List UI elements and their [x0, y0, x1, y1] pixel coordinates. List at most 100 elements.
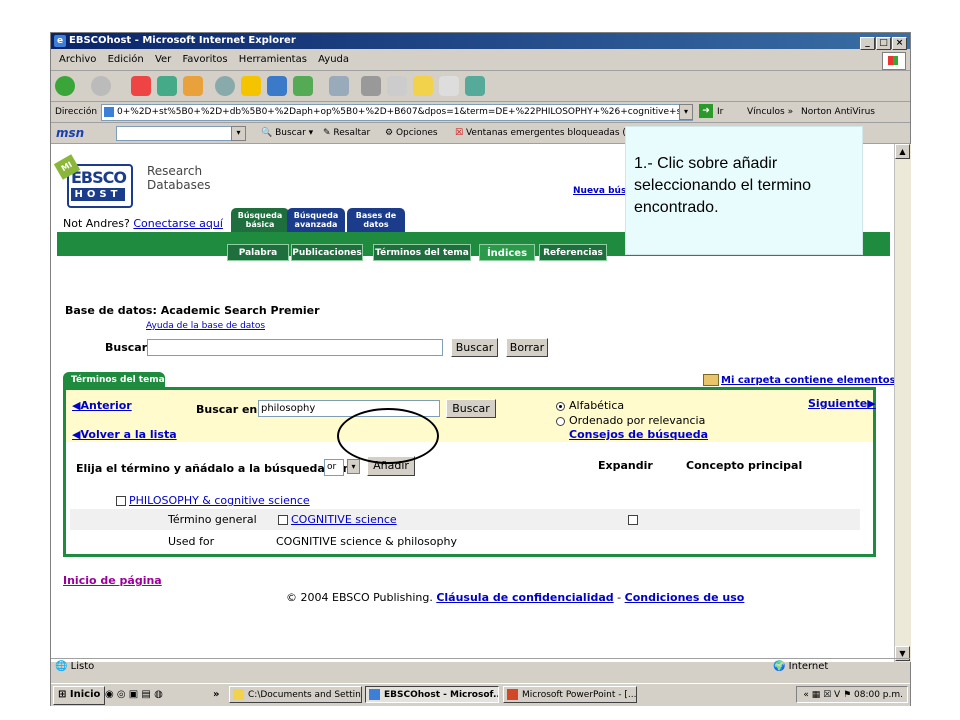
subject-terms-panel: ◀Anterior Buscar en: philosophy Buscar A…	[63, 387, 876, 557]
term-checkbox[interactable]	[116, 496, 126, 506]
termino-general-link[interactable]: COGNITIVE science	[291, 513, 397, 526]
nueva-busqueda-link[interactable]: Nueva búsq	[573, 186, 633, 196]
vertical-scrollbar[interactable]: ▲ ▼	[894, 144, 911, 662]
maximize-button[interactable]: □	[876, 37, 891, 50]
db-help-link[interactable]: Ayuda de la base de datos	[146, 321, 265, 331]
title-bar: e EBSCOhost - Microsoft Internet Explore…	[51, 33, 910, 50]
inicio-pagina-link[interactable]: Inicio de página	[63, 574, 162, 587]
favorites-icon[interactable]	[241, 76, 261, 96]
task-powerpoint[interactable]: Microsoft PowerPoint - [...	[503, 686, 637, 703]
back-icon[interactable]	[55, 76, 75, 96]
stop-icon[interactable]	[131, 76, 151, 96]
termino-general-checkbox[interactable]	[278, 515, 288, 525]
history-icon[interactable]	[293, 76, 313, 96]
used-for-label: Used for	[168, 535, 215, 548]
consejos-link[interactable]: Consejos de búsqueda	[569, 428, 708, 441]
privacidad-link[interactable]: Cláusula de confidencialidad	[436, 591, 613, 604]
edit-icon[interactable]	[387, 76, 407, 96]
forward-icon[interactable]	[91, 76, 111, 96]
page-icon	[104, 107, 114, 117]
menu-herramientas[interactable]: Herramientas	[239, 54, 307, 65]
msn-opciones-button[interactable]: ⚙ Opciones	[385, 123, 438, 143]
minimize-button[interactable]: _	[860, 37, 875, 50]
task-ebscohost[interactable]: EBSCOhost - Microsof...	[365, 686, 499, 703]
status-bar: 🌐 Listo 🌍 Internet	[51, 658, 910, 675]
subtab-publicaciones[interactable]: Publicaciones	[291, 244, 363, 261]
media-icon[interactable]	[267, 76, 287, 96]
calculator-icon[interactable]	[439, 76, 459, 96]
standard-toolbar	[51, 71, 910, 102]
buscar-button[interactable]: Buscar	[451, 338, 498, 357]
subtab-terminos-del-tema[interactable]: Términos del tema	[373, 244, 471, 261]
folder-link[interactable]: Mi carpeta contiene elementos..	[703, 374, 903, 386]
powerpoint-icon	[507, 689, 518, 700]
instruction-callout: 1.- Clic sobre añadir seleccionando el t…	[625, 126, 863, 255]
condiciones-link[interactable]: Condiciones de uso	[625, 591, 745, 604]
msn-buscar-button[interactable]: 🔍 Buscar ▾	[261, 123, 313, 143]
quick-launch-icons[interactable]: ◉ ◎ ▣ ▤ ◍	[105, 684, 163, 706]
messenger-icon[interactable]	[465, 76, 485, 96]
clock: 08:00 p.m.	[854, 690, 903, 700]
start-button[interactable]: ⊞ Inicio	[53, 686, 106, 705]
subtab-referencias[interactable]: Referencias	[539, 244, 607, 261]
norton-antivirus-button[interactable]: Norton AntiVirus	[801, 102, 875, 122]
refresh-icon[interactable]	[157, 76, 177, 96]
term-row[interactable]: PHILOSOPHY & cognitive science	[116, 494, 310, 507]
mail-icon[interactable]	[329, 76, 349, 96]
folder-icon	[233, 689, 244, 700]
search-icon[interactable]	[215, 76, 235, 96]
links-label[interactable]: Vínculos »	[747, 102, 793, 122]
used-for-value: COGNITIVE science & philosophy	[276, 535, 457, 548]
address-input[interactable]: 0+%2D+st%5B0+%2D+db%5B0+%2Daph+op%5B0+%2…	[101, 104, 693, 121]
close-button[interactable]: ×	[892, 37, 907, 50]
research-databases-text: Research Databases	[147, 164, 211, 192]
alfabetica-option[interactable]: Alfabética	[556, 399, 624, 412]
highlight-ellipse	[337, 408, 439, 464]
menu-edicion[interactable]: Edición	[108, 54, 144, 65]
msn-search-input[interactable]	[116, 126, 233, 141]
term-link[interactable]: PHILOSOPHY & cognitive science	[129, 494, 310, 507]
relevancia-option[interactable]: Ordenado por relevancia	[556, 414, 705, 427]
termino-general-item[interactable]: COGNITIVE science	[278, 513, 397, 526]
menu-ayuda[interactable]: Ayuda	[318, 54, 349, 65]
address-dropdown[interactable]: ▾	[679, 104, 693, 120]
scroll-up-button[interactable]: ▲	[895, 144, 910, 159]
print-icon[interactable]	[361, 76, 381, 96]
expandir-checkbox-wrap[interactable]	[628, 513, 641, 526]
msn-logo[interactable]: msn	[56, 123, 84, 143]
msn-search-dropdown[interactable]: ▾	[231, 126, 246, 141]
tab-busqueda-avanzada[interactable]: Búsqueda avanzada	[287, 208, 345, 232]
taskbar-chevron[interactable]: »	[213, 684, 219, 706]
anterior-link[interactable]: ◀Anterior	[72, 399, 132, 412]
address-bar: Dirección 0+%2D+st%5B0+%2D+db%5B0+%2Daph…	[51, 102, 910, 123]
menu-ver[interactable]: Ver	[155, 54, 171, 65]
tab-bases-de-datos[interactable]: Bases de datos	[347, 208, 405, 232]
main-search-input[interactable]	[147, 339, 443, 356]
subtab-palabra-clave[interactable]: Palabra clave	[227, 244, 289, 275]
menu-bar: Archivo Edición Ver Favoritos Herramient…	[51, 50, 910, 71]
volver-link[interactable]: ◀Volver a la lista	[72, 428, 177, 441]
alfabetica-radio[interactable]	[556, 401, 565, 411]
go-arrow-icon[interactable]: ➜	[699, 104, 713, 118]
termino-general-label: Término general	[168, 513, 257, 526]
folder-icon[interactable]	[413, 76, 433, 96]
panel-buscar-button[interactable]: Buscar	[446, 399, 496, 418]
task-explorer[interactable]: C:\Documents and Settin...	[229, 686, 362, 703]
subtab-indices[interactable]: Índices	[479, 244, 535, 261]
tab-busqueda-basica[interactable]: Búsqueda básica	[231, 208, 289, 232]
borrar-button[interactable]: Borrar	[506, 338, 548, 357]
menu-archivo[interactable]: Archivo	[59, 54, 96, 65]
folder-icon	[703, 374, 719, 386]
expandir-checkbox[interactable]	[628, 515, 638, 525]
msn-resaltar-button[interactable]: ✎ Resaltar	[323, 123, 370, 143]
operator-dropdown-icon[interactable]: ▾	[347, 459, 360, 474]
relevancia-radio[interactable]	[556, 416, 565, 426]
operator-select[interactable]: or	[324, 459, 344, 476]
system-tray: « ▦ ☒ V ⚑ 08:00 p.m.	[796, 686, 908, 703]
expandir-header: Expandir	[598, 459, 653, 472]
go-label[interactable]: Ir	[717, 102, 723, 122]
popup-blocker-status[interactable]: ☒ Ventanas emergentes bloqueadas (1	[455, 123, 632, 143]
menu-favoritos[interactable]: Favoritos	[182, 54, 227, 65]
home-icon[interactable]	[183, 76, 203, 96]
siguiente-link[interactable]: Siguiente▶	[808, 397, 876, 410]
